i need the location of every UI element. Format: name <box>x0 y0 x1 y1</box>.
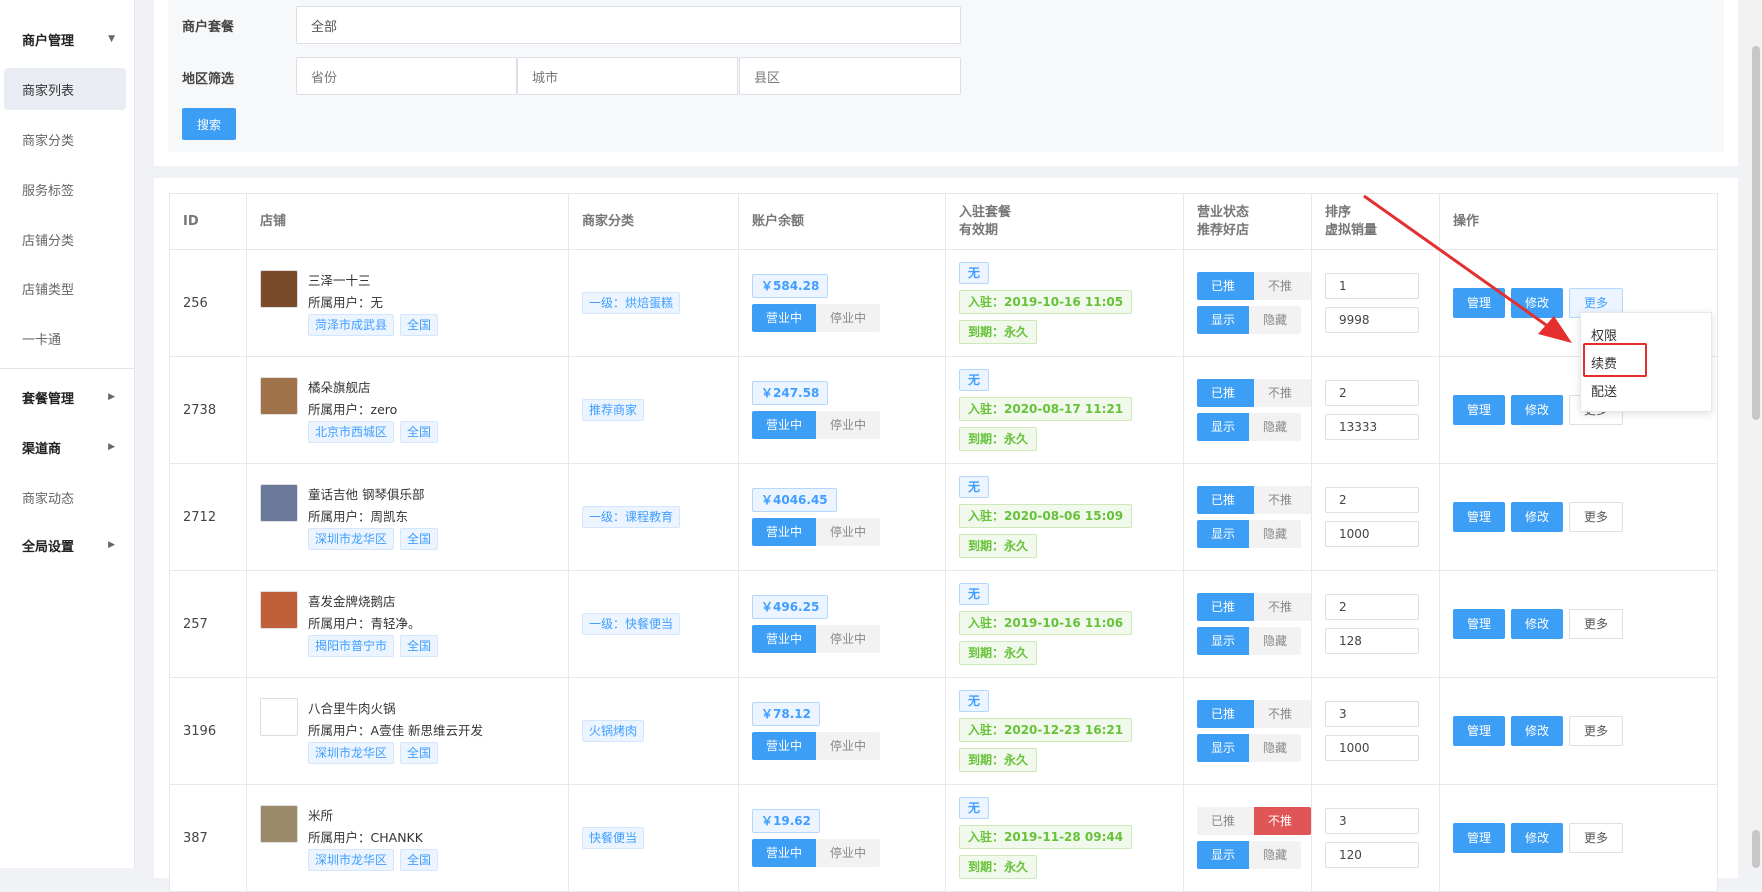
annotation-arrow-icon <box>1363 194 1572 343</box>
scrollbar-thumb[interactable] <box>1752 46 1760 420</box>
scrollbar-thumb-bottom[interactable] <box>1752 830 1760 868</box>
